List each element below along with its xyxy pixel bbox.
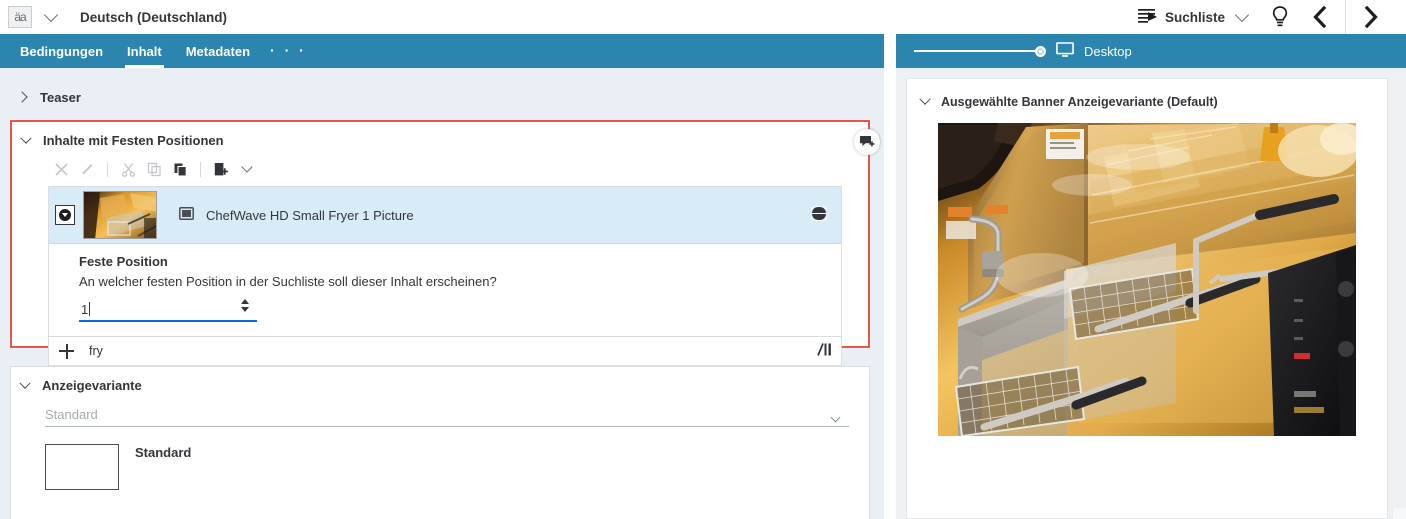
- panel-display-variant-header[interactable]: Anzeigevariante: [11, 367, 869, 393]
- tab-strip: Bedingungen Inhalt Metadaten · · ·: [0, 34, 884, 68]
- section-teaser-label: Teaser: [40, 90, 81, 105]
- panel-fixed-positions: Inhalte mit Festen Positionen: [10, 120, 870, 348]
- language-characters-icon[interactable]: äa: [8, 6, 32, 28]
- fixed-position-detail: Feste Position An welcher festen Positio…: [49, 244, 841, 337]
- language-dropdown-chevron-icon[interactable]: [44, 8, 58, 22]
- fixed-position-stepper[interactable]: 1: [79, 298, 257, 322]
- panel-display-variant: Anzeigevariante Standard Standard: [10, 366, 870, 519]
- display-variant-select[interactable]: Standard: [45, 403, 849, 427]
- row-expand-marker-icon[interactable]: [55, 205, 75, 225]
- paste-add-icon[interactable]: [210, 158, 232, 180]
- preview-toolbar: Desktop: [896, 34, 1406, 68]
- item-text: ChefWave HD Small Fryer 1 Picture: [179, 207, 414, 223]
- toolbar-divider: [200, 162, 201, 177]
- section-teaser[interactable]: Teaser: [0, 82, 884, 112]
- tab-inhalt[interactable]: Inhalt: [117, 44, 172, 68]
- preview-scrollbar[interactable]: [1392, 508, 1406, 519]
- display-variant-body: Standard Standard: [11, 403, 869, 490]
- app-root: äa Deutsch (Deutschland) Suchliste: [0, 0, 1406, 519]
- lightbulb-icon[interactable]: [1265, 2, 1295, 32]
- panel-display-variant-title: Anzeigevariante: [42, 378, 142, 393]
- chevron-down-icon[interactable]: [832, 409, 839, 424]
- toolbar-overflow-chevron-icon[interactable]: [236, 158, 258, 180]
- chevron-down-icon[interactable]: [919, 94, 930, 105]
- top-bar: äa Deutsch (Deutschland) Suchliste: [0, 0, 1406, 34]
- content-editor-pane: Teaser Inhalte mit Festen Positionen: [0, 68, 884, 519]
- delete-icon: [50, 158, 72, 180]
- preview-card-header[interactable]: Ausgewählte Banner Anzeigevariante (Defa…: [907, 79, 1387, 109]
- search-list-label: Suchliste: [1165, 10, 1225, 25]
- edit-pencil-icon: [76, 158, 98, 180]
- preview-width-slider[interactable]: [914, 44, 1046, 58]
- language-title: Deutsch (Deutschland): [80, 10, 227, 25]
- stepper-arrows[interactable]: [241, 299, 249, 312]
- fixed-position-list: ChefWave HD Small Fryer 1 Picture Feste …: [48, 186, 842, 366]
- display-variant-placeholder: Standard: [45, 407, 98, 422]
- list-item[interactable]: ChefWave HD Small Fryer 1 Picture: [49, 187, 841, 244]
- detail-question: An welcher festen Position in der Suchli…: [79, 274, 841, 289]
- top-bar-actions: Suchliste: [1134, 0, 1406, 34]
- slider-knob[interactable]: [1035, 46, 1046, 57]
- chevron-down-icon[interactable]: [20, 132, 31, 143]
- image-icon: [179, 207, 194, 223]
- preview-card-title: Ausgewählte Banner Anzeigevariante (Defa…: [941, 95, 1218, 109]
- monitor-icon: [1056, 42, 1074, 61]
- preview-image: [938, 123, 1356, 436]
- add-content-row[interactable]: fry: [49, 337, 841, 366]
- globe-icon[interactable]: [811, 206, 827, 225]
- panel-fixed-positions-title: Inhalte mit Festen Positionen: [43, 133, 224, 148]
- item-label: ChefWave HD Small Fryer 1 Picture: [206, 208, 414, 223]
- toolbar-divider: [1345, 0, 1346, 34]
- item-thumbnail: [83, 191, 157, 239]
- paste-icon[interactable]: [169, 158, 191, 180]
- stepper-decrement-icon[interactable]: [241, 307, 249, 312]
- strip-gap: [884, 34, 896, 68]
- chevron-left-icon[interactable]: [1305, 2, 1335, 32]
- preview-card: Ausgewählte Banner Anzeigevariante (Defa…: [906, 78, 1388, 519]
- display-variant-card-label: Standard: [135, 445, 191, 460]
- search-list-chevron-icon[interactable]: [1235, 8, 1249, 22]
- text-cursor: [89, 302, 90, 316]
- pane-gap: [884, 68, 896, 519]
- toolbar-divider: [107, 162, 108, 177]
- tab-overflow-button[interactable]: · · ·: [260, 42, 317, 68]
- preview-device-label: Desktop: [1084, 44, 1132, 59]
- copy-icon: [143, 158, 165, 180]
- tab-bedingungen[interactable]: Bedingungen: [10, 44, 113, 68]
- chevron-right-icon[interactable]: [1356, 2, 1386, 32]
- cut-scissors-icon: [117, 158, 139, 180]
- stepper-increment-icon[interactable]: [241, 299, 249, 304]
- tab-metadaten[interactable]: Metadaten: [176, 44, 260, 68]
- display-variant-thumbnail: [45, 444, 119, 490]
- item-toolbar: [12, 156, 868, 182]
- add-content-label: fry: [89, 344, 103, 358]
- fixed-position-value[interactable]: 1: [79, 302, 88, 317]
- display-variant-card[interactable]: Standard: [45, 444, 849, 490]
- filter-list-icon: [1138, 8, 1158, 27]
- preview-pane: Ausgewählte Banner Anzeigevariante (Defa…: [896, 68, 1406, 519]
- detail-heading: Feste Position: [79, 254, 841, 269]
- add-comment-icon[interactable]: [854, 129, 880, 155]
- panel-fixed-positions-header[interactable]: Inhalte mit Festen Positionen: [12, 122, 868, 148]
- resize-grip-icon[interactable]: [817, 343, 833, 360]
- slider-track: [914, 50, 1046, 52]
- chevron-down-icon[interactable]: [19, 377, 30, 388]
- chevron-right-icon[interactable]: [16, 91, 27, 102]
- search-list-selector[interactable]: Suchliste: [1134, 0, 1251, 34]
- plus-icon[interactable]: [59, 344, 74, 359]
